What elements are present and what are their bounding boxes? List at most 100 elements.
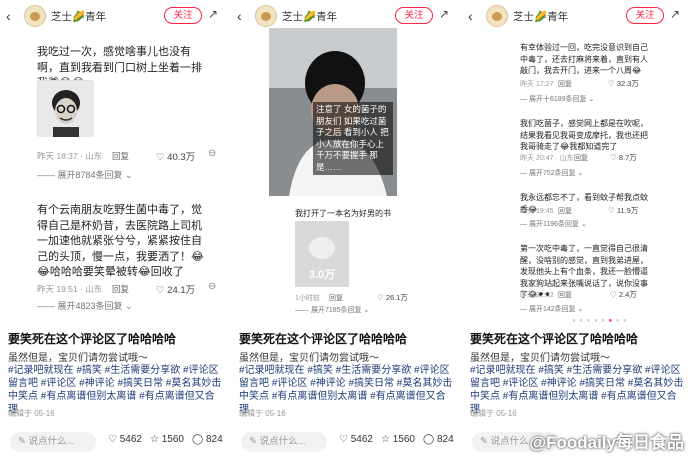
username[interactable]: 芝士🌽青年 <box>513 9 568 24</box>
post-date: 编辑于 05-16 <box>239 409 286 418</box>
comment-button-count: 824 <box>205 434 223 445</box>
expand-replies[interactable]: — 展开752条回复 ⌄ <box>520 168 583 178</box>
phone-panel-1: ‹ 芝士🌽青年 关注 ↗ 我吃过一次，感觉啥事儿也没有啊，直到我看到门口树上坐着… <box>0 0 228 461</box>
post-date: 编辑于 05-16 <box>8 409 55 418</box>
post-title: 要笑死在这个评论区了哈哈哈哈 <box>8 332 177 346</box>
video-frame[interactable]: 注意了 女的菌子的朋友们 如果吃过菌子之后 看到小人 把小人放在你手心上 千万不… <box>269 28 397 196</box>
share-icon[interactable]: ↗ <box>670 7 680 21</box>
post-subtitle: 虽然但是，宝贝们请勿尝试哦～ <box>239 353 379 364</box>
like-button-count: 5462 <box>119 434 142 445</box>
expand-replies[interactable]: — 展开142条回复 ⌄ <box>520 304 583 314</box>
reply-link[interactable]: 回复 <box>329 293 343 303</box>
comment-meta: 昨天 20:47 · 山东 <box>520 155 574 162</box>
like-count-value: 24.1万 <box>167 285 196 296</box>
expand-replies[interactable]: —— 展开4823条回复 ⌄ <box>37 299 133 312</box>
expand-replies-text: 展开十6189条回复 ⌄ <box>528 96 595 103</box>
share-icon[interactable]: ↗ <box>439 7 449 21</box>
avatar[interactable] <box>486 5 508 27</box>
like-count[interactable]: ♡ 8.7万 <box>610 152 637 163</box>
username[interactable]: 芝士🌽青年 <box>51 9 106 24</box>
expand-replies-text: 展开4823条回复 ⌄ <box>57 301 133 311</box>
post-title: 要笑死在这个评论区了哈哈哈哈 <box>470 332 639 346</box>
post-subtitle: 虽然但是，宝贝们请勿尝试哦～ <box>8 353 148 364</box>
watermark: @Foodaily每日食品 <box>529 433 684 452</box>
bottom-action-bar: ✎ 说点什么... ♡ 5462 ☆ 1560 ◯ 824 <box>231 428 459 456</box>
post-header: ‹ 芝士🌽青年 关注 ↗ <box>0 4 228 28</box>
comment-meta: 昨天 17:27 <box>520 81 554 88</box>
comment-input-placeholder: 说点什么... <box>259 436 306 447</box>
avatar[interactable] <box>24 5 46 27</box>
phone-panel-2: ‹ 芝士🌽青年 关注 ↗ 注意了 女的菌子的朋友们 如果吃过菌子之后 看到小人 … <box>231 0 459 461</box>
follow-button[interactable]: 关注 <box>395 7 433 24</box>
reply-link[interactable]: 回复 <box>112 150 129 162</box>
comment-button[interactable]: ◯ 824 <box>423 434 454 445</box>
reply-link[interactable]: 回复 <box>558 206 572 216</box>
post-header: ‹ 芝士🌽青年 关注 ↗ <box>231 4 459 28</box>
like-count[interactable]: ♡ 2.4万 <box>610 289 637 300</box>
like-count[interactable]: ♡ 24.1万 <box>156 282 195 296</box>
comment-icon[interactable]: ⊖ <box>208 281 216 292</box>
follow-button[interactable]: 关注 <box>164 7 202 24</box>
reply-link[interactable]: 回复 <box>112 283 129 295</box>
expand-replies-text: 展开142条回复 ⌄ <box>528 306 584 313</box>
like-count[interactable]: ♡ 32.3万 <box>608 78 639 89</box>
like-button[interactable]: ♡ 5462 <box>108 434 142 445</box>
comment-text: 有个云南朋友吃野生菌中毒了，觉得自己是杯奶昔，去医院路上司机一加速他就紧张兮兮，… <box>37 204 204 278</box>
expand-replies-text: 展开752条回复 ⌄ <box>528 170 584 177</box>
comment-input-placeholder: 说点什么... <box>28 436 75 447</box>
expand-replies[interactable]: —— 展开7185条回复 ⌄ <box>295 305 369 315</box>
like-count[interactable]: ♡ 11.9万 <box>608 205 638 216</box>
expand-replies[interactable]: — 展开十6189条回复 ⌄ <box>520 94 594 104</box>
like-button[interactable]: ♡ 5462 <box>339 434 373 445</box>
back-icon[interactable]: ‹ <box>237 7 242 25</box>
phone-panel-3: ‹ 芝士🌽青年 关注 ↗ 有幸体验过一回，吃完没意识到自己中毒了，还去打麻将来着… <box>462 0 690 461</box>
comment-text: 我们吃菌子，感觉网上都是在吹呢，结果我看见我哥变成摩托，我也还把我哥骑走了😂我都… <box>520 119 648 151</box>
post-date: 编辑于 05-16 <box>470 409 517 418</box>
back-icon[interactable]: ‹ <box>6 7 11 25</box>
back-icon[interactable]: ‹ <box>468 7 473 25</box>
like-button-count: 5462 <box>350 434 373 445</box>
expand-replies-text: 展开8784条回复 ⌄ <box>57 170 133 180</box>
comment-input[interactable]: ✎ 说点什么... <box>241 432 327 452</box>
follow-button[interactable]: 关注 <box>626 7 664 24</box>
like-count[interactable]: ♡ 26.1万 <box>377 292 408 303</box>
expand-replies-text: 展开7185条回复 ⌄ <box>310 307 370 314</box>
bottom-action-bar: ✎ 说点什么... ♡ 5462 ☆ 1560 ◯ 824 <box>0 428 228 456</box>
comment-meta: 昨天 22:02 <box>520 292 554 299</box>
star-button[interactable]: ☆ 1560 <box>150 434 184 445</box>
comment-meta: 1小时前 <box>295 295 320 302</box>
book-image[interactable]: 3.0万 <box>295 221 349 287</box>
comment-icon[interactable]: ⊖ <box>208 148 216 159</box>
avatar[interactable] <box>255 5 277 27</box>
star-button[interactable]: ☆ 1560 <box>381 434 415 445</box>
comment-image[interactable] <box>37 80 94 137</box>
comment-meta: 昨天 19:51 · 山东 <box>37 284 103 294</box>
post-subtitle: 虽然但是，宝贝们请勿尝试哦～ <box>470 353 610 364</box>
expand-replies[interactable]: — 展开1196条回复 ⌄ <box>520 219 587 229</box>
like-count-value: 8.7万 <box>618 153 637 162</box>
carousel-dots: ● ● ● ● ● ● ● ● <box>572 318 628 324</box>
comment-button[interactable]: ◯ 824 <box>192 434 223 445</box>
book-count: 3.0万 <box>308 269 336 281</box>
comment-button-count: 824 <box>436 434 454 445</box>
reply-link[interactable]: 回复 <box>574 153 588 163</box>
comment-meta: 昨天 19:45 <box>520 208 554 215</box>
reply-link[interactable]: 回复 <box>558 79 572 89</box>
comment-input[interactable]: ✎ 说点什么... <box>10 432 96 452</box>
star-button-count: 1560 <box>161 434 184 445</box>
comment-meta: 昨天 18:37 · 山东 <box>37 151 103 161</box>
like-count-value: 2.4万 <box>618 290 637 299</box>
video-caption: 注意了 女的菌子的朋友们 如果吃过菌子之后 看到小人 把小人放在你手心上 千万不… <box>313 102 393 175</box>
like-count-value: 40.3万 <box>167 152 196 163</box>
post-title: 要笑死在这个评论区了哈哈哈哈 <box>239 332 408 346</box>
like-count-value: 11.9万 <box>616 206 639 215</box>
reply-link[interactable]: 回复 <box>558 290 572 300</box>
like-count-value: 26.1万 <box>385 293 408 302</box>
like-count[interactable]: ♡ 40.3万 <box>156 149 195 163</box>
username[interactable]: 芝士🌽青年 <box>282 9 337 24</box>
expand-replies-text: 展开1196条回复 ⌄ <box>528 221 587 228</box>
share-icon[interactable]: ↗ <box>208 7 218 21</box>
chat-bubble-icon <box>309 237 335 259</box>
like-count-value: 32.3万 <box>616 79 639 88</box>
expand-replies[interactable]: —— 展开8784条回复 ⌄ <box>37 168 133 181</box>
